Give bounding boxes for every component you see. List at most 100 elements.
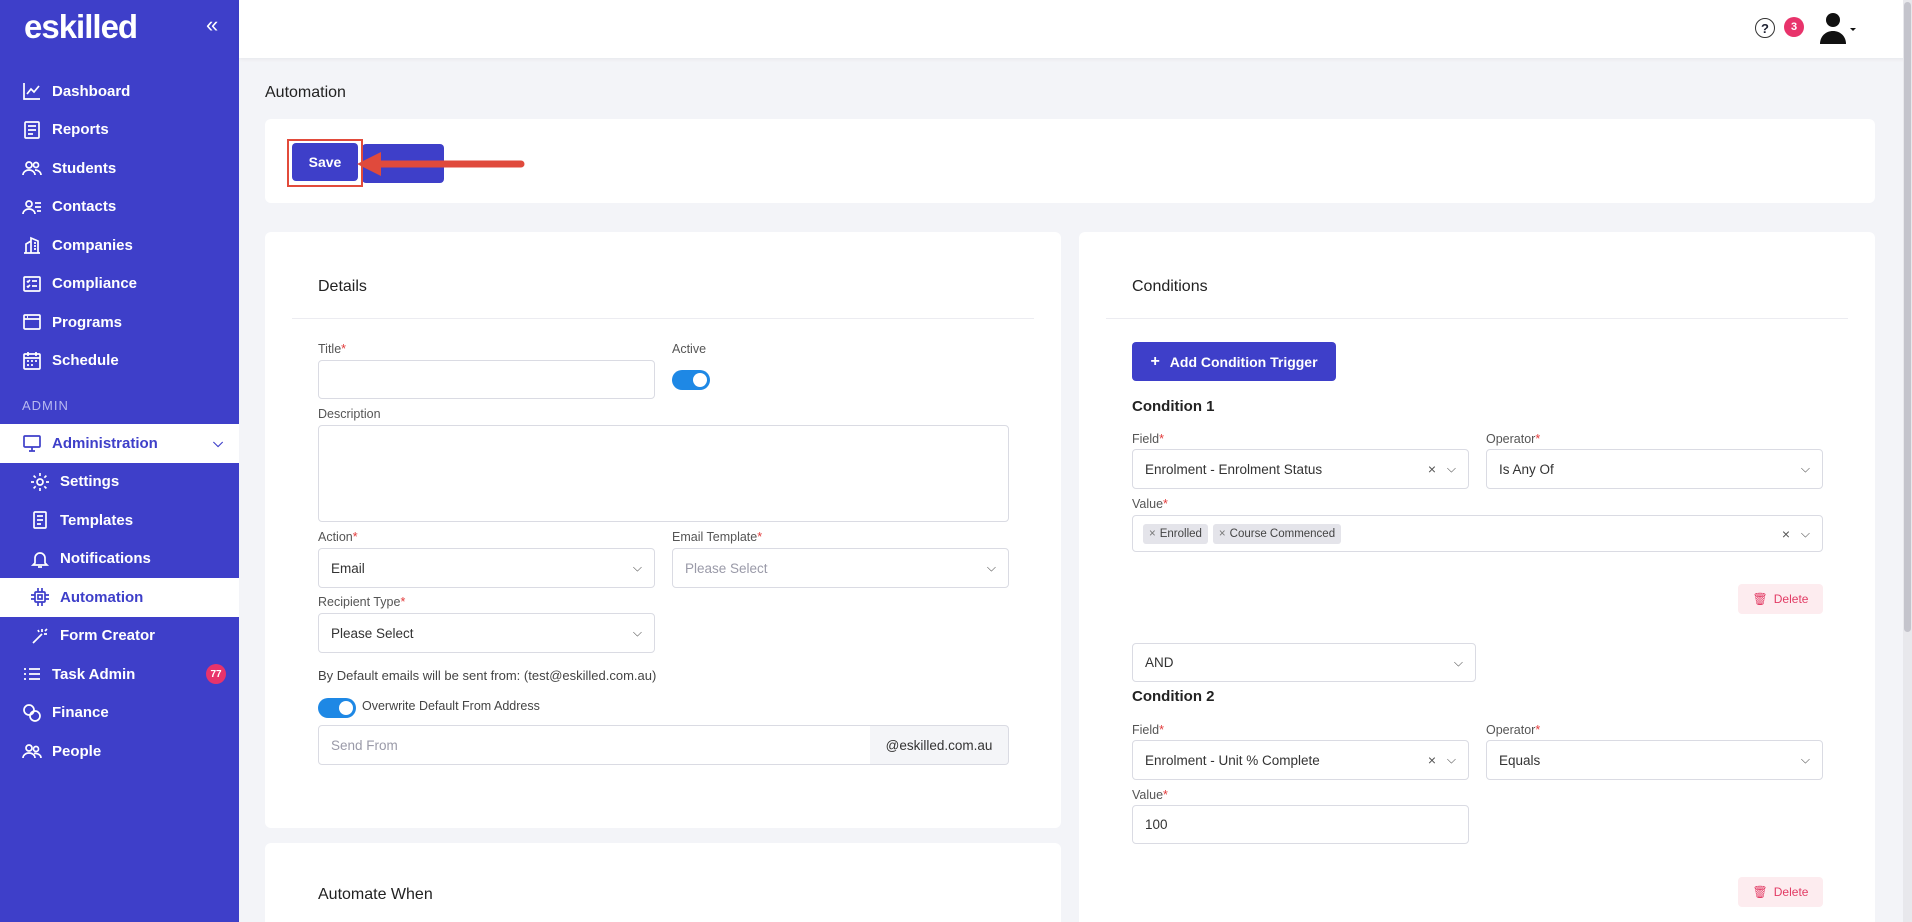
value-chip: × Enrolled <box>1143 523 1208 544</box>
chevron-down-icon: ⌵ <box>986 560 996 575</box>
sidebar-item-label: Companies <box>52 236 133 254</box>
page-scrollbar[interactable] <box>1903 0 1912 922</box>
sidebar-item-label: Students <box>52 159 117 177</box>
condition-1-field-label: Field* <box>1132 432 1164 446</box>
sidebar-item-compliance[interactable]: Compliance <box>0 265 239 304</box>
sidebar-item-companies[interactable]: Companies <box>0 226 239 265</box>
sidebar-item-settings[interactable]: Settings <box>0 463 239 502</box>
condition-1-value-label: Value* <box>1132 497 1168 511</box>
sidebar-item-templates[interactable]: Templates <box>0 501 239 540</box>
checklist-icon <box>22 274 42 294</box>
remove-chip-icon[interactable]: × <box>1149 528 1156 540</box>
clear-icon[interactable]: × <box>1428 752 1436 768</box>
sidebar-item-task-admin[interactable]: Task Admin 77 <box>0 655 239 694</box>
notification-badge[interactable]: 3 <box>1784 17 1804 37</box>
sidebar-item-programs[interactable]: Programs <box>0 303 239 342</box>
condition-1-field-select[interactable]: Enrolment - Enrolment Status × ⌵ <box>1132 449 1469 489</box>
send-from-input[interactable]: Send From <box>318 725 871 765</box>
sidebar-item-label: Finance <box>52 704 109 722</box>
title-label: Title* <box>318 342 347 356</box>
scrollbar-thumb[interactable] <box>1904 2 1911 632</box>
sidebar-item-notifications[interactable]: Notifications <box>0 540 239 579</box>
sidebar-item-schedule[interactable]: Schedule <box>0 342 239 381</box>
automate-when-card: Automate When <box>265 843 1061 922</box>
default-from-note: By Default emails will be sent from: (te… <box>318 668 657 683</box>
sidebar-item-finance[interactable]: Finance <box>0 694 239 733</box>
sidebar-item-reports[interactable]: Reports <box>0 111 239 150</box>
document-icon <box>30 510 50 530</box>
delete-label: Delete <box>1773 592 1809 606</box>
clear-icon[interactable]: × <box>1428 461 1436 477</box>
condition-1-operator-value: Is Any Of <box>1499 461 1554 477</box>
magic-wand-icon <box>30 626 50 646</box>
condition-1-title: Condition 1 <box>1132 398 1215 415</box>
condition-1-operator-select[interactable]: Is Any Of ⌵ <box>1486 449 1823 489</box>
sidebar-item-dashboard[interactable]: Dashboard <box>0 72 239 111</box>
condition-1-value-multiselect[interactable]: × Enrolled × Course Commenced × ⌵ <box>1132 515 1823 552</box>
automate-when-title: Automate When <box>318 886 433 903</box>
details-card: Details Title* Active Description Action… <box>265 232 1061 828</box>
sidebar-item-label: Reports <box>52 121 109 139</box>
coins-icon <box>22 703 42 723</box>
sidebar: eskilled « Dashboard Reports Students Co… <box>0 0 239 922</box>
people-icon <box>22 741 42 761</box>
title-input[interactable] <box>318 360 655 399</box>
contact-card-icon <box>22 197 42 217</box>
recipient-type-select[interactable]: Please Select ⌵ <box>318 613 655 653</box>
help-icon[interactable]: ? <box>1755 18 1775 38</box>
sidebar-item-label: Task Admin <box>52 665 136 683</box>
clear-icon[interactable]: × <box>1782 526 1790 542</box>
toolbar-card: Save <box>265 119 1875 203</box>
plus-icon: + <box>1150 352 1160 370</box>
admin-section-heading: ADMIN <box>22 397 69 413</box>
chevron-down-icon: ⌵ <box>213 435 223 451</box>
chevron-down-icon: ⌵ <box>632 625 642 640</box>
sidebar-item-label: Programs <box>52 313 123 331</box>
sidebar-item-students[interactable]: Students <box>0 149 239 188</box>
condition-2-field-label: Field* <box>1132 723 1164 737</box>
chevron-down-icon: ⌵ <box>632 560 642 575</box>
overwrite-from-toggle[interactable] <box>318 698 356 718</box>
add-condition-trigger-button[interactable]: + Add Condition Trigger <box>1132 342 1336 381</box>
collapse-sidebar-icon[interactable]: « <box>206 12 218 38</box>
save-highlight-box <box>287 139 363 187</box>
chevron-down-icon: ⌵ <box>1800 461 1810 476</box>
page-title: Automation <box>265 84 346 101</box>
eskilled-logo[interactable]: eskilled <box>24 8 138 46</box>
action-label: Action* <box>318 530 358 544</box>
active-toggle[interactable] <box>672 370 710 390</box>
user-avatar-icon[interactable] <box>1818 11 1858 45</box>
sidebar-item-people[interactable]: People <box>0 732 239 771</box>
task-count-badge: 77 <box>206 664 226 685</box>
sidebar-item-label: Form Creator <box>60 627 156 645</box>
condition-2-field-select[interactable]: Enrolment - Unit % Complete × ⌵ <box>1132 740 1469 780</box>
sidebar-item-label: Dashboard <box>52 82 131 100</box>
action-select[interactable]: Email ⌵ <box>318 548 655 588</box>
sidebar-item-administration[interactable]: Administration ⌵ <box>0 424 239 463</box>
condition-2-title: Condition 2 <box>1132 688 1215 705</box>
action-value: Email <box>331 560 365 576</box>
chevron-down-icon: ⌵ <box>1446 752 1456 767</box>
condition-2-delete-button[interactable]: 🗑 Delete <box>1738 877 1823 907</box>
remove-chip-icon[interactable]: × <box>1219 528 1226 540</box>
condition-1-delete-button[interactable]: 🗑 Delete <box>1738 584 1823 614</box>
details-divider <box>292 318 1034 319</box>
delete-label: Delete <box>1773 885 1809 899</box>
condition-2-value-input[interactable]: 100 <box>1132 805 1469 844</box>
sidebar-item-label: Settings <box>60 473 120 491</box>
condition-joiner-select[interactable]: AND ⌵ <box>1132 643 1476 682</box>
sidebar-item-label: Automation <box>60 588 144 606</box>
active-label: Active <box>672 342 707 356</box>
condition-2-operator-select[interactable]: Equals ⌵ <box>1486 740 1823 780</box>
sidebar-item-form-creator[interactable]: Form Creator <box>0 617 239 656</box>
sidebar-item-automation[interactable]: Automation <box>0 578 239 617</box>
chip-icon <box>30 587 50 607</box>
email-template-label: Email Template* <box>672 530 763 544</box>
conditions-divider <box>1106 318 1848 319</box>
building-icon <box>22 235 42 255</box>
email-template-select[interactable]: Please Select ⌵ <box>672 548 1009 588</box>
sidebar-item-contacts[interactable]: Contacts <box>0 188 239 227</box>
sidebar-item-label: People <box>52 742 102 760</box>
description-textarea[interactable] <box>318 425 1009 522</box>
gear-icon <box>30 472 50 492</box>
